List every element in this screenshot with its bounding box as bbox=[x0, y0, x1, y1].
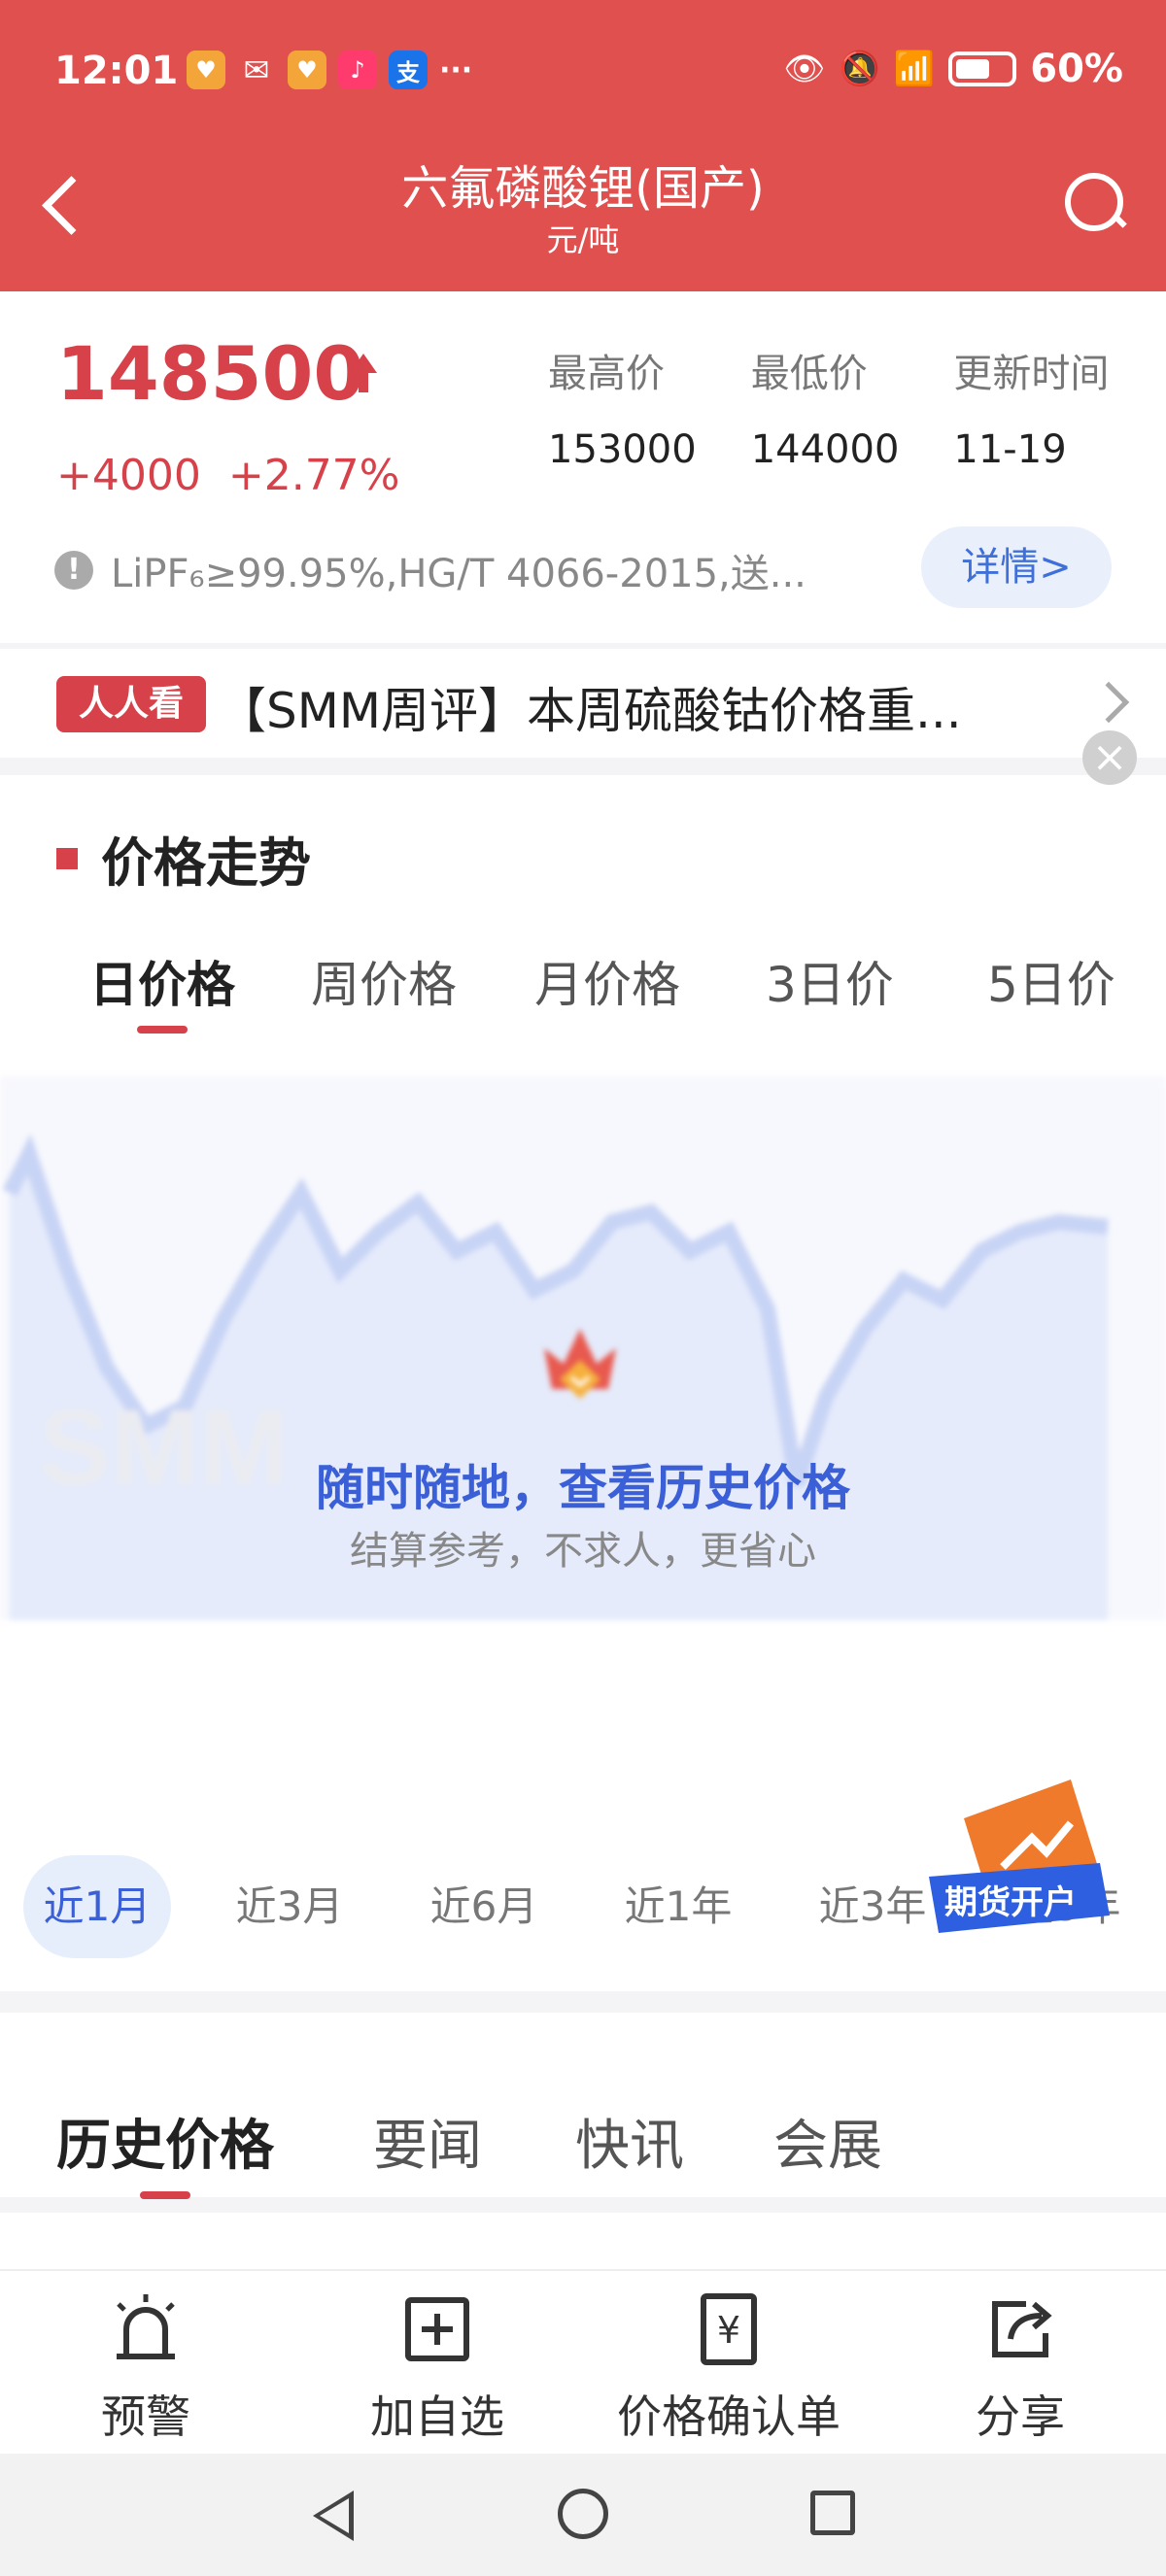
stat-updated: 更新时间 11-19 bbox=[953, 342, 1109, 472]
alarm-icon bbox=[117, 2294, 175, 2359]
price-summary: 148500 +4000 +2.77% 最高价 153000 最低价 14400… bbox=[0, 291, 1166, 643]
app-header: 12:01 ♥ ✉ ♥ ♪ 支 ··· 👁 🔕 📶 60% 六氟磷酸锂(国产) … bbox=[0, 0, 1166, 291]
tab-label: 月价格 bbox=[534, 957, 680, 1013]
add-watch-button[interactable]: 加自选 bbox=[311, 2288, 564, 2446]
tab-monthly[interactable]: 月价格 bbox=[534, 946, 680, 1016]
battery-percent: 60% bbox=[1030, 47, 1123, 91]
status-bar: 12:01 ♥ ✉ ♥ ♪ 支 ··· 👁 🔕 📶 60% bbox=[0, 0, 1166, 146]
nav-recents-icon[interactable] bbox=[810, 2491, 855, 2535]
nav-header: 六氟磷酸锂(国产) 元/吨 bbox=[0, 146, 1166, 291]
tab-5day[interactable]: 5日价 bbox=[987, 946, 1115, 1016]
spec-text: LiPF₆≥99.95%,HG/T 4066-2015,送... bbox=[111, 552, 806, 596]
tab-label: 要闻 bbox=[373, 2115, 482, 2178]
price-confirm-button[interactable]: ¥ 价格确认单 bbox=[602, 2288, 855, 2446]
trend-chart-blurred: SMM 随时随地，查看历史价格 结算参考，不求人，更省心 bbox=[0, 1076, 1166, 1620]
range-6m[interactable]: 近6月 bbox=[410, 1855, 558, 1958]
tool-label: 分享 bbox=[976, 2390, 1065, 2443]
health-icon: ♥ bbox=[288, 51, 326, 89]
arrow-up-icon bbox=[346, 354, 381, 398]
tab-weekly[interactable]: 周价格 bbox=[311, 946, 457, 1016]
system-nav-bar bbox=[0, 2454, 1166, 2576]
stat-label: 更新时间 bbox=[953, 352, 1110, 396]
alipay-icon: 支 bbox=[389, 51, 428, 89]
info-icon: ! bbox=[54, 551, 93, 590]
tab-3day[interactable]: 3日价 bbox=[766, 946, 894, 1016]
detail-button[interactable]: 详情> bbox=[921, 526, 1112, 608]
stat-value: 153000 bbox=[548, 427, 697, 472]
history-content-strip bbox=[0, 2213, 1166, 2271]
mute-icon: 🔕 bbox=[839, 50, 880, 88]
close-icon[interactable]: × bbox=[1082, 730, 1137, 785]
tab-underline bbox=[137, 1026, 188, 1034]
tab-underline bbox=[140, 2191, 190, 2199]
stat-value: 11-19 bbox=[953, 427, 1067, 472]
overlay-subtitle: 结算参考，不求人，更省心 bbox=[350, 1529, 816, 1574]
tool-label: 价格确认单 bbox=[617, 2390, 840, 2443]
change-amount: +4000 bbox=[56, 451, 201, 500]
stat-low: 最低价 144000 bbox=[751, 342, 900, 472]
upgrade-overlay[interactable]: 随时随地，查看历史价格 结算参考，不求人，更省心 bbox=[0, 1076, 1166, 1620]
chevron-right-icon bbox=[1087, 681, 1130, 724]
add-box-icon bbox=[405, 2297, 469, 2361]
tab-history-price[interactable]: 历史价格 bbox=[56, 2102, 274, 2199]
page-unit: 元/吨 bbox=[546, 221, 620, 258]
alert-button[interactable]: 预警 bbox=[19, 2288, 272, 2446]
battery-icon bbox=[948, 51, 1017, 86]
share-button[interactable]: 分享 bbox=[894, 2288, 1147, 2446]
music-icon: ♪ bbox=[338, 51, 377, 89]
system-icons: 👁 🔕 📶 60% bbox=[783, 47, 1123, 91]
stat-value: 144000 bbox=[750, 427, 900, 472]
current-price: 148500 bbox=[56, 330, 365, 417]
range-1m[interactable]: 近1月 bbox=[23, 1855, 171, 1958]
crown-icon bbox=[544, 1329, 616, 1399]
tab-label: 快讯 bbox=[575, 2115, 684, 2178]
eye-icon: 👁 bbox=[783, 50, 826, 88]
nav-home-icon[interactable] bbox=[558, 2489, 608, 2539]
svg-text:¥: ¥ bbox=[717, 2309, 740, 2352]
news-headline[interactable]: 【SMM周评】本周硫酸钴价格重... bbox=[218, 672, 1053, 742]
nav-back-icon[interactable] bbox=[313, 2491, 354, 2541]
page-title: 六氟磷酸锂(国产) bbox=[401, 161, 765, 216]
tab-label: 周价格 bbox=[311, 957, 457, 1013]
status-time: 12:01 bbox=[54, 49, 179, 93]
wechat-icon: ✉ bbox=[243, 51, 270, 88]
tab-label: 会展 bbox=[773, 2115, 882, 2178]
news-tag: 人人看 bbox=[56, 676, 206, 732]
tab-label: 历史价格 bbox=[56, 2115, 274, 2178]
range-1y[interactable]: 近1年 bbox=[604, 1855, 752, 1958]
futures-ad[interactable]: 期货开户 bbox=[925, 1770, 1115, 1943]
tool-label: 加自选 bbox=[370, 2390, 504, 2443]
tab-label: 日价格 bbox=[89, 957, 235, 1013]
stat-label: 最高价 bbox=[548, 352, 665, 396]
content-tabs: 历史价格 要闻 快讯 会展 bbox=[0, 2013, 1166, 2199]
tab-events[interactable]: 会展 bbox=[773, 2102, 882, 2181]
section-title: 价格走势 bbox=[56, 820, 311, 897]
wifi-icon: 📶 bbox=[893, 50, 936, 88]
tab-label: 3日价 bbox=[766, 957, 894, 1013]
change-percent: +2.77% bbox=[227, 451, 400, 500]
stat-label: 最低价 bbox=[750, 352, 868, 396]
stat-high: 最高价 153000 bbox=[548, 342, 697, 472]
tab-news[interactable]: 要闻 bbox=[373, 2102, 482, 2181]
yuan-doc-icon: ¥ bbox=[701, 2293, 757, 2365]
tab-label: 5日价 bbox=[987, 957, 1115, 1013]
notification-icons: ♥ ✉ ♥ ♪ 支 ··· bbox=[187, 51, 472, 89]
search-icon[interactable] bbox=[1059, 167, 1127, 235]
period-tabs: 日价格 周价格 月价格 3日价 5日价 bbox=[0, 946, 1166, 1034]
range-3m[interactable]: 近3月 bbox=[216, 1855, 363, 1958]
health-icon: ♥ bbox=[187, 51, 225, 89]
overlay-title[interactable]: 随时随地，查看历史价格 bbox=[0, 1449, 1166, 1519]
tab-flash[interactable]: 快讯 bbox=[575, 2102, 684, 2181]
price-change: +4000 +2.77% bbox=[56, 451, 400, 500]
tool-label: 预警 bbox=[101, 2390, 190, 2443]
more-notifications-icon: ··· bbox=[439, 52, 473, 87]
product-spec: ! LiPF₆≥99.95%,HG/T 4066-2015,送... bbox=[54, 542, 806, 598]
ad-label: 期货开户 bbox=[944, 1883, 1077, 1922]
tab-daily[interactable]: 日价格 bbox=[89, 946, 235, 1034]
news-banner[interactable]: 人人看 【SMM周评】本周硫酸钴价格重... bbox=[0, 649, 1166, 758]
price-stats: 最高价 153000 最低价 144000 更新时间 11-19 bbox=[548, 342, 1109, 472]
bottom-toolbar: 预警 加自选 ¥ 价格确认单 分享 bbox=[0, 2269, 1166, 2454]
share-icon bbox=[992, 2301, 1052, 2357]
